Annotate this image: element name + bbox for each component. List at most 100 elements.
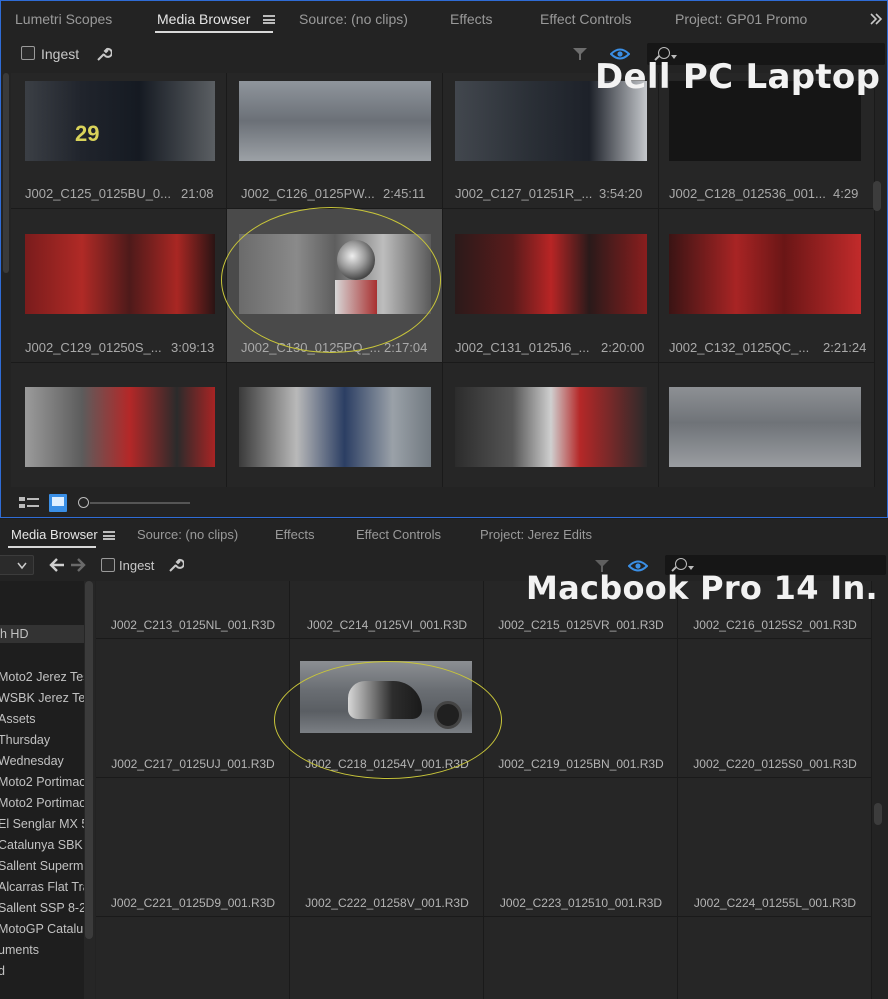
tab-effects[interactable]: Effects [450, 11, 493, 27]
clip-tile[interactable] [96, 917, 290, 999]
clip-tile[interactable]: J002_C213_0125NL_001.R3D [96, 581, 290, 639]
clip-thumbnail [669, 234, 861, 314]
sidebar-item[interactable]: Catalunya SBK 7 [0, 838, 84, 852]
ingest-checkbox[interactable] [101, 558, 115, 572]
tab-source[interactable]: Source: (no clips) [299, 11, 408, 27]
sidebar-item[interactable]: MotoGP Catalur [0, 922, 84, 936]
zoom-slider-knob[interactable] [78, 497, 89, 508]
ingest-label: Ingest [41, 46, 80, 62]
chevron-down-icon [17, 562, 27, 570]
clip-name: J002_C132_0125QC_... [669, 340, 810, 355]
list-view-icon[interactable] [19, 495, 39, 511]
sidebar-scrollbar[interactable] [84, 581, 95, 999]
clip-name: J002_C220_0125S0_001.R3D [693, 757, 857, 771]
clip-tile[interactable]: J002_C222_01258V_001.R3D [290, 778, 484, 917]
tab-media-browser[interactable]: Media Browser [157, 11, 250, 27]
tab-effect-controls[interactable]: Effect Controls [356, 527, 441, 542]
clip-tile[interactable] [443, 363, 659, 487]
sidebar-item[interactable]: d [0, 964, 5, 978]
ingest-label: Ingest [119, 558, 155, 573]
tab-media-browser[interactable]: Media Browser [11, 527, 98, 542]
clip-duration: 2:21:24 [823, 340, 867, 355]
clip-name: J002_C213_0125NL_001.R3D [110, 618, 276, 632]
sidebar-item[interactable]: Sallent Supermo [0, 859, 84, 873]
clip-thumbnail: 29 [25, 81, 215, 161]
tab-project[interactable]: Project: GP01 Promo [675, 11, 807, 27]
clip-name: J002_C224_01255L_001.R3D [693, 896, 857, 910]
wrench-icon[interactable] [166, 556, 184, 574]
sidebar-item[interactable]: h HD [0, 625, 84, 643]
zoom-slider-track[interactable] [90, 502, 190, 504]
back-arrow-icon[interactable] [49, 558, 65, 572]
right-scrollbar-thumb[interactable] [873, 181, 881, 211]
device-overlay-title: Dell PC Laptop [595, 57, 881, 97]
tab-lumetri-scopes[interactable]: Lumetri Scopes [15, 11, 112, 27]
tab-effect-controls[interactable]: Effect Controls [540, 11, 632, 27]
clip-tile[interactable]: J002_C126_0125PW... 2:45:11 [227, 73, 443, 209]
ingest-checkbox[interactable] [21, 46, 35, 60]
icon-view-icon[interactable] [49, 494, 67, 512]
sidebar-item[interactable]: Moto2 Portimao [0, 796, 84, 810]
folder-sidebar: h HD Moto2 Jerez Tes WSBK Jerez Test Ass… [0, 581, 84, 999]
clip-thumbnail [669, 387, 861, 467]
clip-tile[interactable]: J002_C131_0125J6_... 2:20:00 [443, 209, 659, 363]
clip-tile[interactable]: J002_C221_0125D9_001.R3D [96, 778, 290, 917]
sidebar-item[interactable]: Assets [0, 712, 36, 726]
clip-duration: 4:29 [833, 186, 859, 201]
sidebar-item[interactable]: uments [0, 943, 39, 957]
clip-tile[interactable]: 29 J002_C125_0125BU_0... 21:08 [11, 73, 227, 209]
clip-name: J002_C223_012510_001.R3D [499, 896, 663, 910]
clip-name: J002_C126_0125PW... [241, 186, 375, 201]
top-panel: Lumetri Scopes Media Browser Source: (no… [0, 0, 888, 518]
sidebar-item[interactable]: WSBK Jerez Test [0, 691, 84, 705]
filter-icon[interactable] [572, 46, 588, 62]
top-clip-grid: 29 J002_C125_0125BU_0... 21:08 J002_C126… [11, 73, 875, 487]
sidebar-item[interactable]: Sallent SSP 8-29 [0, 901, 84, 915]
panel-menu-icon[interactable] [103, 531, 115, 540]
clip-tile[interactable]: J002_C224_01255L_001.R3D [678, 778, 872, 917]
clip-tile[interactable]: J002_C214_0125VI_001.R3D [290, 581, 484, 639]
clip-name: J002_C125_0125BU_0... [25, 186, 172, 201]
clip-tile[interactable]: J002_C217_0125UJ_001.R3D [96, 639, 290, 778]
forward-arrow-icon[interactable] [70, 558, 86, 572]
active-tab-underline [155, 31, 273, 33]
clip-tile[interactable] [678, 917, 872, 999]
double-chevron-right-icon[interactable] [869, 12, 883, 26]
clip-name: J002_C129_01250S_... [25, 340, 162, 355]
clip-tile[interactable] [484, 917, 678, 999]
clip-tile[interactable] [659, 363, 875, 487]
tab-project[interactable]: Project: Jerez Edits [480, 527, 592, 542]
sidebar-item[interactable]: El Senglar MX 5- [0, 817, 84, 831]
top-bottom-bar [1, 489, 887, 517]
panel-menu-icon[interactable] [263, 15, 275, 24]
wrench-icon[interactable] [94, 45, 112, 63]
clip-duration: 2:20:00 [601, 340, 645, 355]
clip-tile[interactable]: J002_C219_0125BN_001.R3D [484, 639, 678, 778]
tab-source[interactable]: Source: (no clips) [137, 527, 238, 542]
clip-duration: 2:17:04 [384, 340, 428, 355]
sidebar-item[interactable]: Wednesday [0, 754, 64, 768]
clip-tile[interactable]: J002_C129_01250S_... 3:09:13 [11, 209, 227, 363]
clip-tile[interactable] [290, 917, 484, 999]
clip-name: J002_C219_0125BN_001.R3D [498, 757, 664, 771]
top-tab-bar: Lumetri Scopes Media Browser Source: (no… [1, 1, 887, 37]
clip-tile[interactable] [11, 363, 227, 487]
annotation-ellipse [221, 207, 441, 353]
tab-effects[interactable]: Effects [275, 527, 315, 542]
right-scrollbar-thumb[interactable] [874, 803, 882, 825]
clip-name: J002_C214_0125VI_001.R3D [306, 618, 468, 632]
sidebar-item[interactable]: Thursday [0, 733, 50, 747]
sidebar-item[interactable]: Alcarras Flat Tra [0, 880, 84, 894]
clip-tile[interactable]: J002_C220_0125S0_001.R3D [678, 639, 872, 778]
bottom-clip-grid: J002_C213_0125NL_001.R3D J002_C214_0125V… [96, 581, 888, 999]
clip-tile[interactable]: J002_C223_012510_001.R3D [484, 778, 678, 917]
clip-tile[interactable]: J002_C132_0125QC_... 2:21:24 [659, 209, 875, 363]
sidebar-item[interactable]: Moto2 Jerez Tes [0, 670, 84, 684]
bottom-panel: Media Browser Source: (no clips) Effects… [0, 519, 888, 999]
clip-name: J002_C216_0125S2_001.R3D [693, 618, 857, 632]
sidebar-item[interactable]: Moto2 Portimao [0, 775, 84, 789]
left-scrollbar[interactable] [3, 73, 9, 273]
active-tab-underline [8, 546, 96, 548]
clip-tile[interactable] [227, 363, 443, 487]
location-dropdown[interactable] [0, 555, 34, 575]
